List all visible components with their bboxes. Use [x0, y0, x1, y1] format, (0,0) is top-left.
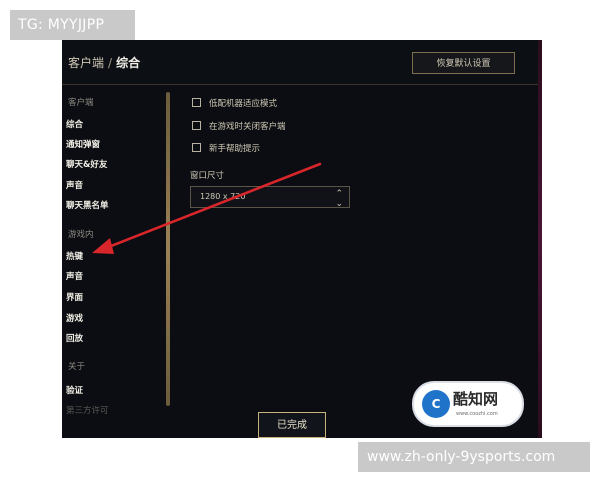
sidebar-item-verification[interactable]: 验证 — [66, 384, 83, 396]
breadcrumb-root[interactable]: 客户端 — [68, 56, 104, 70]
breadcrumb-separator: / — [108, 56, 113, 70]
logo-name: 酷知网 — [453, 390, 499, 408]
option-low-spec-mode[interactable]: 低配机器适应模式 — [192, 97, 277, 109]
url-watermark: www.zh-only-9ysports.com — [358, 442, 590, 472]
background-edge — [538, 40, 542, 438]
tg-watermark: TG: MYYJJPP — [10, 10, 135, 40]
sidebar-divider — [166, 92, 170, 406]
sidebar-item-notifications[interactable]: 通知弹窗 — [66, 138, 100, 150]
settings-window: 客户端 / 综合 恢复默认设置 客户端 综合 通知弹窗 聊天&好友 声音 聊天黑名单… — [62, 40, 538, 438]
close-client-checkbox[interactable] — [192, 121, 201, 130]
sidebar-item-general[interactable]: 综合 — [66, 118, 83, 130]
tutorial-tips-checkbox[interactable] — [192, 143, 201, 152]
sidebar-item-third-party-licenses[interactable]: 第三方许可 — [66, 404, 109, 416]
window-size-value: 1280 x 720 — [200, 192, 246, 201]
sidebar-item-chat-blacklist[interactable]: 聊天黑名单 — [66, 199, 109, 211]
updown-chevron-icon: ⌃ ⌄ — [335, 189, 343, 209]
sidebar-section-ingame: 游戏内 — [68, 230, 94, 240]
option-label: 低配机器适应模式 — [209, 99, 278, 109]
sidebar-item-chat-friends[interactable]: 聊天&好友 — [66, 158, 107, 170]
coozhi-logo: C 酷知网 www.coozhi.com — [414, 383, 522, 425]
sidebar-item-interface[interactable]: 界面 — [66, 291, 83, 303]
breadcrumb-current: 综合 — [116, 56, 141, 70]
option-close-client-ingame[interactable]: 在游戏时关闭客户端 — [192, 120, 286, 132]
option-tutorial-tips[interactable]: 新手帮助提示 — [192, 142, 260, 154]
sidebar-item-ingame-sound[interactable]: 声音 — [66, 270, 83, 282]
option-label: 在游戏时关闭客户端 — [209, 122, 286, 132]
coozhi-mark-icon: C — [422, 390, 450, 418]
breadcrumb: 客户端 / 综合 — [68, 54, 140, 71]
sidebar-item-client-sound[interactable]: 声音 — [66, 179, 83, 191]
settings-sidebar: 客户端 综合 通知弹窗 聊天&好友 声音 聊天黑名单 游戏内 热键 声音 界面 … — [62, 84, 166, 424]
logo-url: www.coozhi.com — [456, 411, 498, 417]
option-label: 新手帮助提示 — [209, 144, 261, 154]
window-size-label: 窗口尺寸 — [190, 171, 225, 181]
window-size-select[interactable]: 1280 x 720 ⌃ ⌄ — [190, 186, 350, 209]
done-button[interactable]: 已完成 — [258, 412, 326, 438]
sidebar-item-hotkeys[interactable]: 热键 — [66, 250, 83, 262]
sidebar-item-game[interactable]: 游戏 — [66, 312, 83, 324]
sidebar-section-about: 关于 — [68, 362, 86, 372]
settings-header: 客户端 / 综合 恢复默认设置 — [62, 40, 538, 85]
low-spec-checkbox[interactable] — [192, 98, 201, 107]
sidebar-item-replays[interactable]: 回放 — [66, 332, 83, 344]
sidebar-section-client: 客户端 — [68, 98, 94, 108]
restore-defaults-button[interactable]: 恢复默认设置 — [412, 52, 515, 74]
